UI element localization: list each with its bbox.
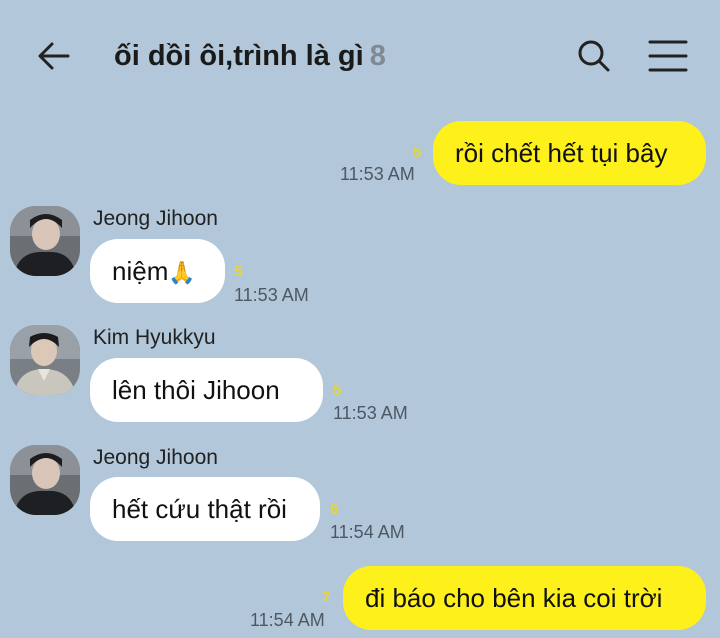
message-time: 11:54 AM bbox=[330, 522, 405, 542]
avatar-jeong-jihoon-image bbox=[10, 206, 80, 276]
chat-title: ối dồi ôi,trình là gì 8 bbox=[114, 36, 386, 76]
message-time: 11:54 AM bbox=[250, 610, 325, 630]
unread-count: 5 bbox=[413, 144, 422, 161]
avatar[interactable] bbox=[10, 206, 80, 276]
unread-count: 5 bbox=[333, 382, 342, 399]
menu-button[interactable] bbox=[646, 36, 690, 76]
message-time: 11:53 AM bbox=[333, 403, 408, 423]
sender-name: Jeong Jihoon bbox=[93, 207, 218, 230]
member-count: 8 bbox=[369, 40, 386, 72]
outgoing-message-bubble[interactable]: đi báo cho bên kia coi trời bbox=[343, 566, 706, 630]
sender-name: Jeong Jihoon bbox=[93, 446, 218, 469]
outgoing-message-bubble[interactable]: rồi chết hết tụi bây bbox=[433, 121, 706, 185]
avatar-kim-hyukkyu-image bbox=[10, 325, 80, 395]
unread-count: 5 bbox=[234, 263, 243, 280]
incoming-message-bubble[interactable]: niệm🙏 bbox=[90, 239, 225, 303]
hamburger-menu-icon bbox=[648, 40, 688, 72]
avatar-jeong-jihoon-image bbox=[10, 445, 80, 515]
message-text: niệm bbox=[112, 256, 169, 286]
message-time: 11:53 AM bbox=[234, 285, 309, 305]
message-text: đi báo cho bên kia coi trời bbox=[365, 583, 663, 613]
message-text: hết cứu thật rồi bbox=[112, 494, 287, 524]
sender-name: Kim Hyukkyu bbox=[93, 326, 216, 349]
chat-header: ối dồi ôi,trình là gì 8 bbox=[0, 0, 720, 110]
incoming-message-bubble[interactable]: hết cứu thật rồi bbox=[90, 477, 320, 541]
avatar[interactable] bbox=[10, 445, 80, 515]
praying-hands-emoji: 🙏 bbox=[168, 260, 196, 285]
unread-count: 7 bbox=[322, 589, 331, 606]
avatar[interactable] bbox=[10, 325, 80, 395]
incoming-message-bubble[interactable]: lên thôi Jihoon bbox=[90, 358, 323, 422]
chat-room-name: ối dồi ôi,trình là gì bbox=[114, 40, 364, 72]
search-button[interactable] bbox=[574, 36, 614, 76]
unread-count: 6 bbox=[330, 501, 339, 518]
message-time: 11:53 AM bbox=[340, 164, 415, 184]
search-icon bbox=[578, 40, 610, 72]
back-button[interactable] bbox=[34, 36, 74, 76]
arrow-left-icon bbox=[38, 42, 70, 70]
message-text: rồi chết hết tụi bây bbox=[455, 138, 668, 168]
message-text: lên thôi Jihoon bbox=[112, 375, 280, 405]
